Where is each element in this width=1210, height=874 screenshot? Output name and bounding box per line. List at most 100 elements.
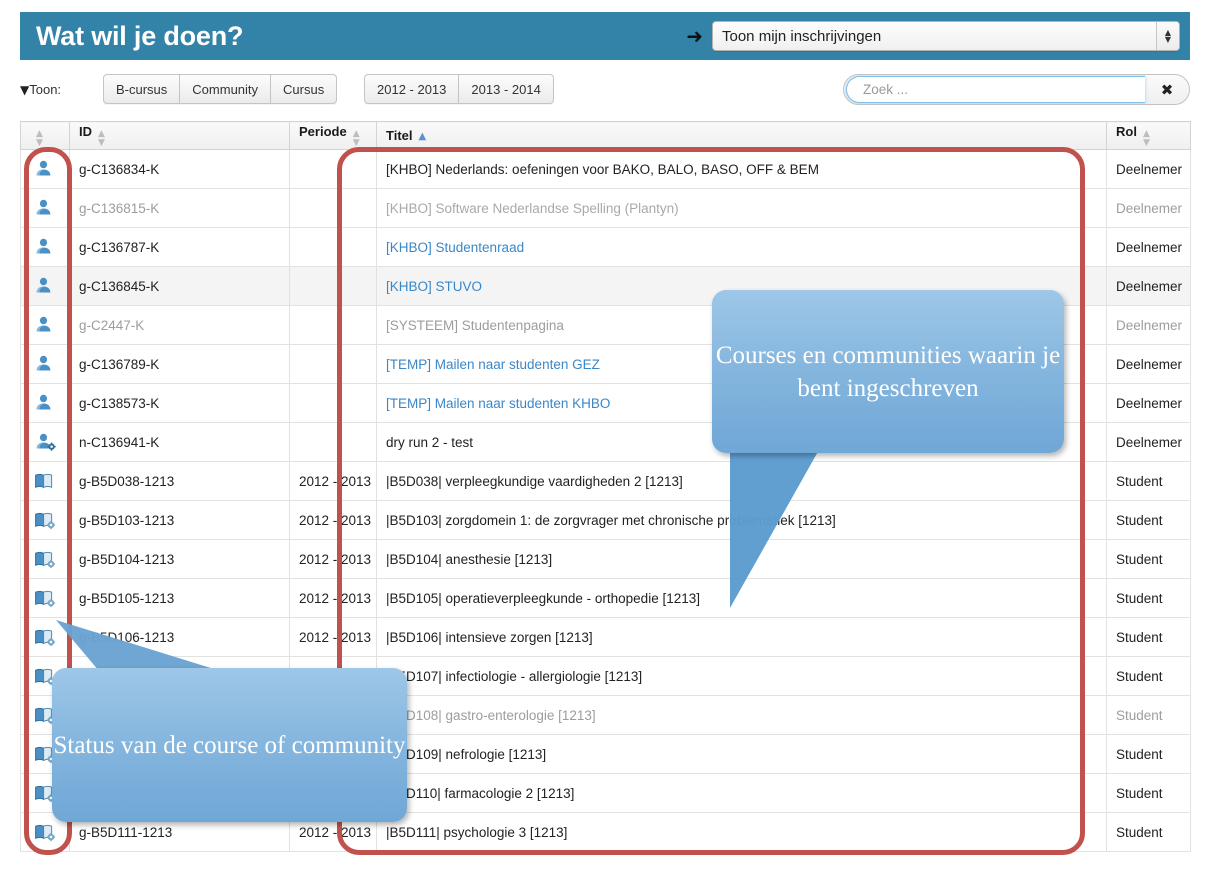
- row-id: g-C138573-K: [69, 383, 290, 423]
- filter-button-2012-2013[interactable]: 2012 - 2013: [364, 74, 460, 104]
- row-status-icon-cell[interactable]: [20, 227, 70, 267]
- sort-asc-icon[interactable]: ▲: [419, 132, 427, 142]
- row-id: g-C136815-K: [69, 188, 290, 228]
- table-row[interactable]: g-B5D038-1213 2012 - 2013 |B5D038| verplee…: [20, 461, 1191, 501]
- row-titel-text: |B5D108| gastro-enterologie [1213]: [386, 707, 596, 723]
- sort-icon-periode[interactable]: ▲ ▼: [347, 129, 360, 148]
- row-periode: [289, 149, 377, 189]
- row-titel-text: |B5D109| nefrologie [1213]: [386, 746, 547, 762]
- row-titel-text: |B5D105| operatieverpleegkunde - orthope…: [386, 590, 700, 606]
- filter-button-2013-2014[interactable]: 2013 - 2014: [458, 74, 554, 104]
- table-row[interactable]: g-C136815-K [KHBO] Software Nederlandse S…: [20, 188, 1191, 228]
- row-rol: Student: [1106, 656, 1191, 696]
- action-select[interactable]: Toon mijn inschrijvingen ▲ ▼: [712, 21, 1180, 51]
- user-icon: [34, 315, 56, 335]
- row-status-icon-cell[interactable]: [20, 305, 70, 345]
- row-titel-text: |B5D103| zorgdomein 1: de zorgvrager met…: [386, 512, 836, 528]
- row-status-icon-cell[interactable]: [20, 344, 70, 384]
- row-id: g-C136845-K: [69, 266, 290, 306]
- column-header-id[interactable]: ID ▲ ▼: [69, 121, 290, 150]
- row-status-icon-cell[interactable]: [20, 461, 70, 501]
- book-gear-icon: [34, 510, 56, 530]
- row-titel-text: |B5D038| verpleegkundige vaardigheden 2 …: [386, 473, 683, 489]
- column-header-periode-label: Periode: [299, 123, 347, 139]
- row-titel-text[interactable]: [TEMP] Mailen naar studenten KHBO: [386, 396, 610, 411]
- row-id: g-B5D106-1213: [69, 617, 290, 657]
- row-id: g-C136789-K: [69, 344, 290, 384]
- row-rol: Student: [1106, 734, 1191, 774]
- row-status-icon-cell[interactable]: [20, 500, 70, 540]
- row-titel: |B5D107| infectiologie - allergiologie […: [376, 656, 1107, 696]
- column-header-icon[interactable]: ▲ ▼: [20, 121, 70, 150]
- row-titel: |B5D038| verpleegkundige vaardigheden 2 …: [376, 461, 1107, 501]
- sort-icon-icon[interactable]: ▲ ▼: [30, 129, 43, 148]
- row-id: g-B5D038-1213: [69, 461, 290, 501]
- row-status-icon-cell[interactable]: [20, 578, 70, 618]
- clear-search-icon[interactable]: ✖: [1145, 75, 1189, 104]
- row-status-icon-cell[interactable]: [20, 266, 70, 306]
- row-status-icon-cell[interactable]: [20, 149, 70, 189]
- row-titel-text: |B5D111| psychologie 3 [1213]: [386, 824, 568, 840]
- column-header-rol[interactable]: Rol ▲ ▼: [1106, 121, 1191, 150]
- row-titel-text[interactable]: [KHBO] Software Nederlandse Spelling (Pl…: [386, 201, 679, 216]
- row-titel-text: |B5D104| anesthesie [1213]: [386, 551, 553, 567]
- row-titel: |B5D105| operatieverpleegkunde - orthope…: [376, 578, 1107, 618]
- user-icon: [34, 159, 56, 179]
- user-icon: [34, 276, 56, 296]
- row-status-icon-cell[interactable]: [20, 188, 70, 228]
- row-rol: Deelnemer: [1106, 227, 1191, 267]
- row-periode: 2012 - 2013: [289, 539, 377, 579]
- column-header-titel-label: Titel: [386, 128, 413, 143]
- table-row[interactable]: g-B5D103-1213 2012 - 2013 |B5D103| zorgdom…: [20, 500, 1191, 540]
- row-titel: [KHBO] Nederlands: oefeningen voor BAKO,…: [376, 149, 1107, 189]
- filter-button-community[interactable]: Community: [179, 74, 272, 104]
- row-rol: Student: [1106, 578, 1191, 618]
- row-rol: Deelnemer: [1106, 422, 1191, 462]
- action-select-value: Toon mijn inschrijvingen: [722, 27, 882, 45]
- sort-icon-rol[interactable]: ▲ ▼: [1137, 129, 1150, 148]
- row-id: g-B5D105-1213: [69, 578, 290, 618]
- row-status-icon-cell[interactable]: [20, 422, 70, 462]
- search-input[interactable]: [846, 76, 1145, 103]
- row-titel[interactable]: [KHBO] Software Nederlandse Spelling (Pl…: [376, 188, 1107, 228]
- row-id: g-B5D104-1213: [69, 539, 290, 579]
- row-titel-text[interactable]: [TEMP] Mailen naar studenten GEZ: [386, 357, 600, 372]
- filter-label: Toon:: [29, 82, 62, 97]
- table-row[interactable]: g-B5D105-1213 2012 - 2013 |B5D105| operati…: [20, 578, 1191, 618]
- row-titel-text: [SYSTEEM] Studentenpagina: [386, 317, 564, 333]
- filter-label-wrap: ▼Toon:: [20, 82, 61, 97]
- table-row[interactable]: g-C136834-K [KHBO] Nederlands: oefeningen…: [20, 149, 1191, 189]
- row-rol: Student: [1106, 617, 1191, 657]
- filter-button-b-cursus[interactable]: B-cursus: [103, 74, 181, 104]
- book-gear-icon: [34, 627, 56, 647]
- header-actions: ➜ Toon mijn inschrijvingen ▲ ▼: [686, 21, 1180, 51]
- filter-button-cursus[interactable]: Cursus: [270, 74, 338, 104]
- column-header-periode[interactable]: Periode ▲ ▼: [289, 121, 377, 150]
- table-row[interactable]: g-C136787-K [KHBO] Studentenraad Deelnemer: [20, 227, 1191, 267]
- row-rol: Deelnemer: [1106, 188, 1191, 228]
- row-periode: 2012 - 2013: [289, 500, 377, 540]
- search-box: ✖: [843, 74, 1190, 105]
- callout-course-list: Courses en communities waarin je bent in…: [712, 290, 1064, 453]
- row-titel-text[interactable]: [KHBO] STUVO: [386, 279, 482, 294]
- type-filter-group: B-cursus Community Cursus: [103, 74, 338, 104]
- row-rol: Student: [1106, 695, 1191, 735]
- row-status-icon-cell[interactable]: [20, 539, 70, 579]
- row-status-icon-cell[interactable]: [20, 617, 70, 657]
- sort-icon-id[interactable]: ▲ ▼: [92, 129, 105, 148]
- row-titel-text: |B5D107| infectiologie - allergiologie […: [386, 668, 643, 684]
- filter-icon: ▼: [20, 83, 30, 97]
- column-header-titel[interactable]: Titel ▲: [376, 121, 1107, 150]
- row-titel: |B5D103| zorgdomein 1: de zorgvrager met…: [376, 500, 1107, 540]
- table-row[interactable]: g-B5D106-1213 2012 - 2013 |B5D106| intensi…: [20, 617, 1191, 657]
- user-gear-icon: [34, 432, 56, 452]
- row-titel-text[interactable]: [KHBO] Studentenraad: [386, 240, 524, 255]
- row-titel: |B5D108| gastro-enterologie [1213]: [376, 695, 1107, 735]
- row-status-icon-cell[interactable]: [20, 383, 70, 423]
- chevron-updown-icon[interactable]: ▲ ▼: [1156, 22, 1179, 50]
- row-periode: 2012 - 2013: [289, 617, 377, 657]
- book-gear-icon: [34, 822, 56, 842]
- table-row[interactable]: g-B5D104-1213 2012 - 2013 |B5D104| anesthe…: [20, 539, 1191, 579]
- row-periode: [289, 422, 377, 462]
- row-titel[interactable]: [KHBO] Studentenraad: [376, 227, 1107, 267]
